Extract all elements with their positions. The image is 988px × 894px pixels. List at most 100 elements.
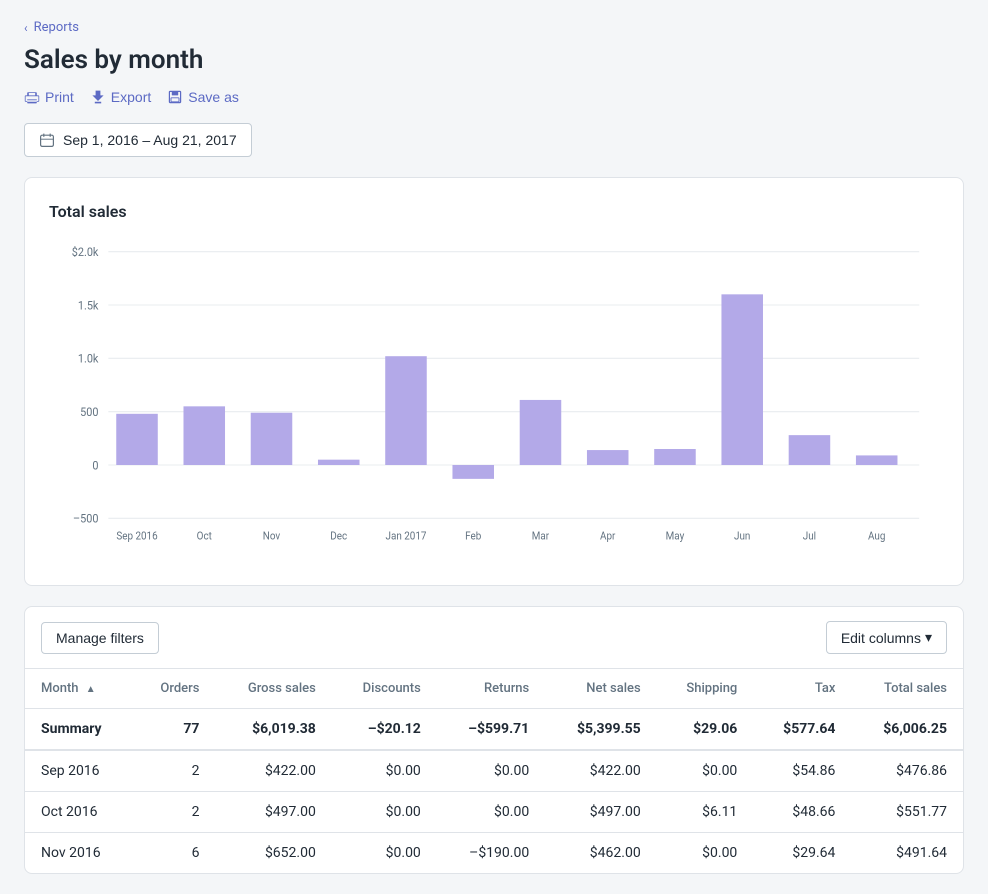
table-cell: $422.00 <box>545 750 656 792</box>
summary-returns: –$599.71 <box>437 709 545 751</box>
breadcrumb-label: Reports <box>34 20 79 35</box>
table-cell: 2 <box>133 792 216 833</box>
table-cell: $462.00 <box>545 833 656 874</box>
svg-text:1.5k: 1.5k <box>78 299 99 312</box>
page-title: Sales by month <box>24 45 964 75</box>
chart-card: Total sales $2.0k 1.5k 1.0k 500 0 –500 <box>24 177 964 586</box>
table-cell: $497.00 <box>215 792 331 833</box>
table-cell: $54.86 <box>753 750 851 792</box>
table-cell: $29.64 <box>753 833 851 874</box>
table-cell: Oct 2016 <box>25 792 133 833</box>
bar-mar <box>520 400 562 465</box>
table-cell: $0.00 <box>332 750 437 792</box>
summary-discounts: –$20.12 <box>332 709 437 751</box>
table-cell: $0.00 <box>657 833 754 874</box>
back-arrow-icon: ‹ <box>24 21 28 35</box>
save-as-button[interactable]: Save as <box>167 89 239 105</box>
table-toolbar: Manage filters Edit columns ▾ <box>25 607 963 669</box>
table-row: Oct 20162$497.00$0.00$0.00$497.00$6.11$4… <box>25 792 963 833</box>
svg-text:Mar: Mar <box>532 529 550 542</box>
bar-jan <box>385 356 427 465</box>
table-cell: Sep 2016 <box>25 750 133 792</box>
bar-oct <box>183 406 225 465</box>
summary-gross-sales: $6,019.38 <box>215 709 331 751</box>
svg-text:1.0k: 1.0k <box>78 352 99 365</box>
svg-text:Sep 2016: Sep 2016 <box>116 529 157 542</box>
print-label: Print <box>45 89 74 105</box>
table-cell: 6 <box>133 833 216 874</box>
date-range-button[interactable]: Sep 1, 2016 – Aug 21, 2017 <box>24 123 252 157</box>
table-cell: $476.86 <box>851 750 963 792</box>
table-row: Nov 20166$652.00$0.00–$190.00$462.00$0.0… <box>25 833 963 874</box>
table-cell: $0.00 <box>657 750 754 792</box>
col-total-sales[interactable]: Total sales <box>851 669 963 709</box>
svg-text:Jun: Jun <box>734 529 750 542</box>
table-cell: $422.00 <box>215 750 331 792</box>
table-cell: $0.00 <box>332 792 437 833</box>
summary-net-sales: $5,399.55 <box>545 709 656 751</box>
svg-text:500: 500 <box>80 406 98 419</box>
print-button[interactable]: Print <box>24 89 74 105</box>
col-shipping[interactable]: Shipping <box>657 669 754 709</box>
table-cell: $0.00 <box>437 750 545 792</box>
calendar-icon <box>39 132 55 148</box>
bar-may <box>654 449 696 465</box>
breadcrumb[interactable]: ‹ Reports <box>24 20 964 35</box>
toolbar: Print Export Save as <box>24 89 964 105</box>
print-icon <box>24 89 40 105</box>
col-orders[interactable]: Orders <box>133 669 216 709</box>
svg-text:Apr: Apr <box>600 529 616 542</box>
sort-icon: ▲ <box>86 684 96 695</box>
summary-row: Summary 77 $6,019.38 –$20.12 –$599.71 $5… <box>25 709 963 751</box>
chart-title: Total sales <box>49 202 939 221</box>
svg-text:Aug: Aug <box>868 529 886 542</box>
export-button[interactable]: Export <box>90 89 151 105</box>
svg-text:0: 0 <box>92 459 98 472</box>
col-tax[interactable]: Tax <box>753 669 851 709</box>
bar-jun <box>721 294 763 465</box>
bar-dec <box>318 460 360 465</box>
svg-text:May: May <box>666 529 685 542</box>
table-row: Sep 20162$422.00$0.00$0.00$422.00$0.00$5… <box>25 750 963 792</box>
summary-total-sales: $6,006.25 <box>851 709 963 751</box>
table-card: Manage filters Edit columns ▾ Month ▲ Or… <box>24 606 964 874</box>
table-cell: –$190.00 <box>437 833 545 874</box>
sales-table: Month ▲ Orders Gross sales Discounts Ret… <box>25 669 963 873</box>
manage-filters-button[interactable]: Manage filters <box>41 622 159 654</box>
table-cell: $0.00 <box>332 833 437 874</box>
summary-orders: 77 <box>133 709 216 751</box>
manage-filters-label: Manage filters <box>56 630 144 646</box>
table-cell: $491.64 <box>851 833 963 874</box>
svg-text:Dec: Dec <box>330 529 347 542</box>
summary-month: Summary <box>25 709 133 751</box>
col-discounts[interactable]: Discounts <box>332 669 437 709</box>
bar-sep2016 <box>116 414 158 465</box>
date-range-label: Sep 1, 2016 – Aug 21, 2017 <box>63 132 237 148</box>
svg-text:–500: –500 <box>73 512 98 525</box>
save-as-icon <box>167 89 183 105</box>
table-cell: $551.77 <box>851 792 963 833</box>
col-returns[interactable]: Returns <box>437 669 545 709</box>
summary-shipping: $29.06 <box>657 709 754 751</box>
table-cell: $48.66 <box>753 792 851 833</box>
dropdown-arrow-icon: ▾ <box>925 629 932 646</box>
bar-feb <box>452 465 494 479</box>
table-cell: 2 <box>133 750 216 792</box>
col-gross-sales[interactable]: Gross sales <box>215 669 331 709</box>
table-cell: $497.00 <box>545 792 656 833</box>
svg-text:Feb: Feb <box>465 529 481 542</box>
summary-tax: $577.64 <box>753 709 851 751</box>
chart-area: $2.0k 1.5k 1.0k 500 0 –500 <box>49 241 939 561</box>
svg-text:$2.0k: $2.0k <box>72 246 99 259</box>
bar-nov <box>251 413 293 465</box>
bar-apr <box>587 450 629 465</box>
table-cell: $652.00 <box>215 833 331 874</box>
export-icon <box>90 89 106 105</box>
table-cell: Nov 2016 <box>25 833 133 874</box>
export-label: Export <box>111 89 151 105</box>
edit-columns-button[interactable]: Edit columns ▾ <box>826 621 947 654</box>
table-cell: $0.00 <box>437 792 545 833</box>
col-month[interactable]: Month ▲ <box>25 669 133 709</box>
svg-text:Oct: Oct <box>197 529 212 542</box>
col-net-sales[interactable]: Net sales <box>545 669 656 709</box>
